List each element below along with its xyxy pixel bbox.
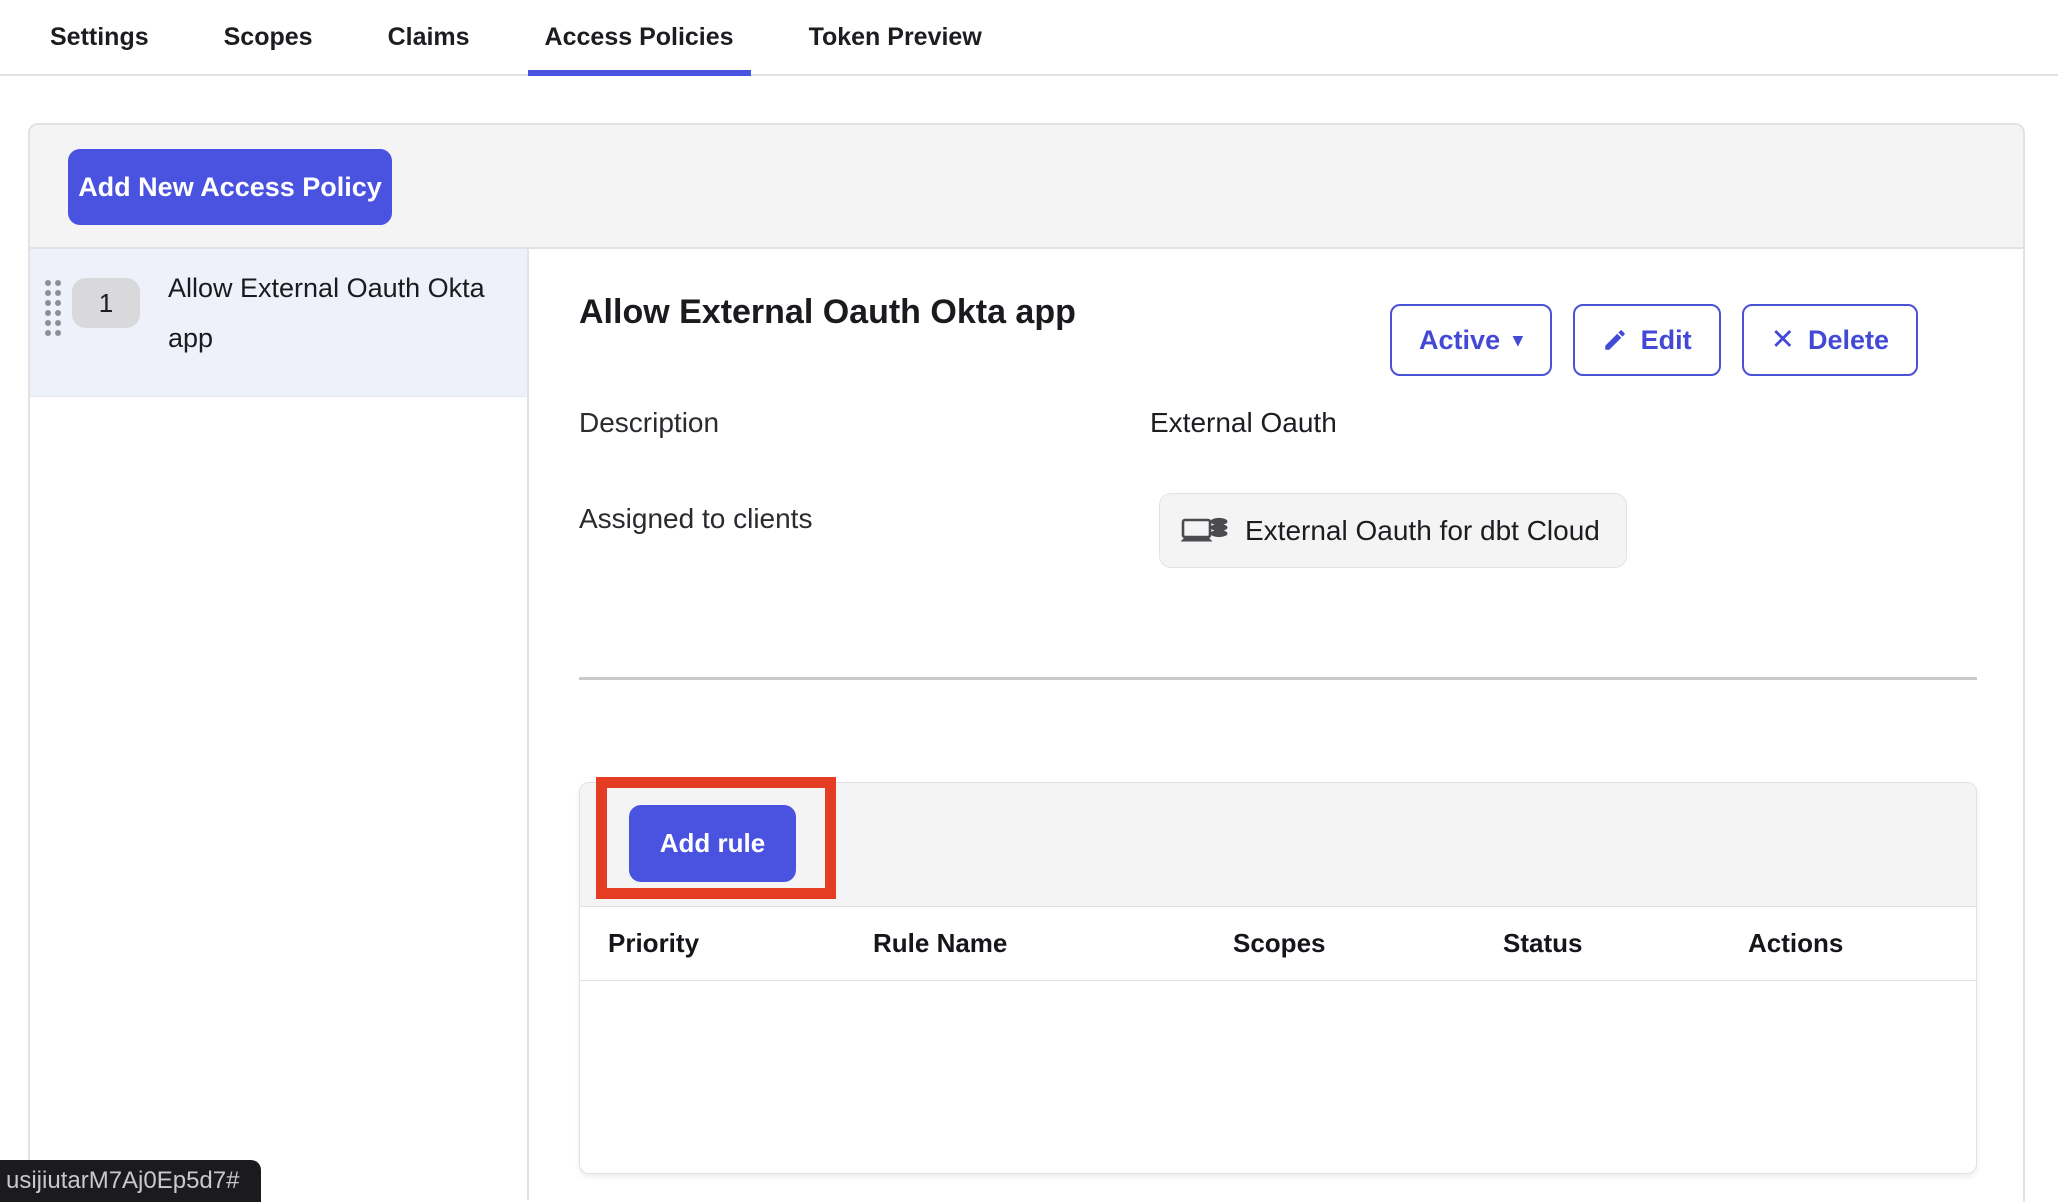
rules-table-header-row: Priority Rule Name Scopes Status Actions (580, 907, 1976, 981)
assigned-client-chip[interactable]: External Oauth for dbt Cloud (1159, 493, 1627, 568)
browser-link-preview: usijiutarM7Aj0Ep5d7# (0, 1160, 261, 1202)
policy-list-item[interactable]: 1 Allow External Oauth Okta app (30, 249, 527, 397)
description-value: External Oauth (1150, 407, 1337, 439)
description-label: Description (579, 407, 719, 439)
tab-access-policies[interactable]: Access Policies (528, 0, 751, 74)
column-header-priority: Priority (608, 928, 873, 959)
drag-handle-icon[interactable] (42, 277, 63, 339)
computer-database-icon (1180, 511, 1230, 551)
tab-settings[interactable]: Settings (33, 0, 166, 74)
panel-header: Add New Access Policy (30, 125, 2023, 249)
policy-priority-badge: 1 (72, 278, 140, 328)
rules-table-empty-body (580, 981, 1976, 1173)
close-icon: ✕ (1771, 326, 1795, 355)
policy-title: Allow External Oauth Okta app (579, 293, 1076, 332)
policy-item-label: Allow External Oauth Okta app (168, 263, 498, 363)
column-header-scopes: Scopes (1233, 928, 1503, 959)
column-header-actions: Actions (1748, 928, 1976, 959)
add-new-access-policy-button[interactable]: Add New Access Policy (68, 149, 392, 225)
access-policies-panel: Add New Access Policy 1 Allow External O… (28, 123, 2025, 1202)
assigned-to-clients-label: Assigned to clients (579, 503, 812, 535)
section-divider (579, 677, 1977, 680)
tab-scopes[interactable]: Scopes (207, 0, 330, 74)
tab-bar: Settings Scopes Claims Access Policies T… (0, 0, 2058, 76)
assigned-client-name: External Oauth for dbt Cloud (1245, 515, 1600, 547)
tab-claims[interactable]: Claims (371, 0, 487, 74)
add-rule-button[interactable]: Add rule (629, 805, 796, 882)
policy-list-sidebar: 1 Allow External Oauth Okta app (30, 249, 529, 1200)
edit-button-label: Edit (1641, 325, 1692, 356)
rules-toolbar: Add rule (580, 783, 1976, 907)
column-header-rule-name: Rule Name (873, 928, 1233, 959)
column-header-status: Status (1503, 928, 1748, 959)
tab-token-preview[interactable]: Token Preview (792, 0, 999, 74)
delete-button[interactable]: ✕ Delete (1742, 304, 1918, 376)
active-status-dropdown[interactable]: Active ▾ (1390, 304, 1552, 376)
pencil-icon (1602, 327, 1628, 353)
active-status-label: Active (1419, 325, 1500, 356)
chevron-down-icon: ▾ (1513, 331, 1523, 350)
panel-body: 1 Allow External Oauth Okta app Allow Ex… (30, 249, 2023, 1200)
policy-detail: Allow External Oauth Okta app Active ▾ E… (529, 249, 2023, 1200)
delete-button-label: Delete (1808, 325, 1889, 356)
edit-button[interactable]: Edit (1573, 304, 1721, 376)
rules-table-card: Add rule Priority Rule Name Scopes Statu… (579, 782, 1977, 1174)
policy-actions: Active ▾ Edit ✕ Delete (1390, 304, 1918, 376)
